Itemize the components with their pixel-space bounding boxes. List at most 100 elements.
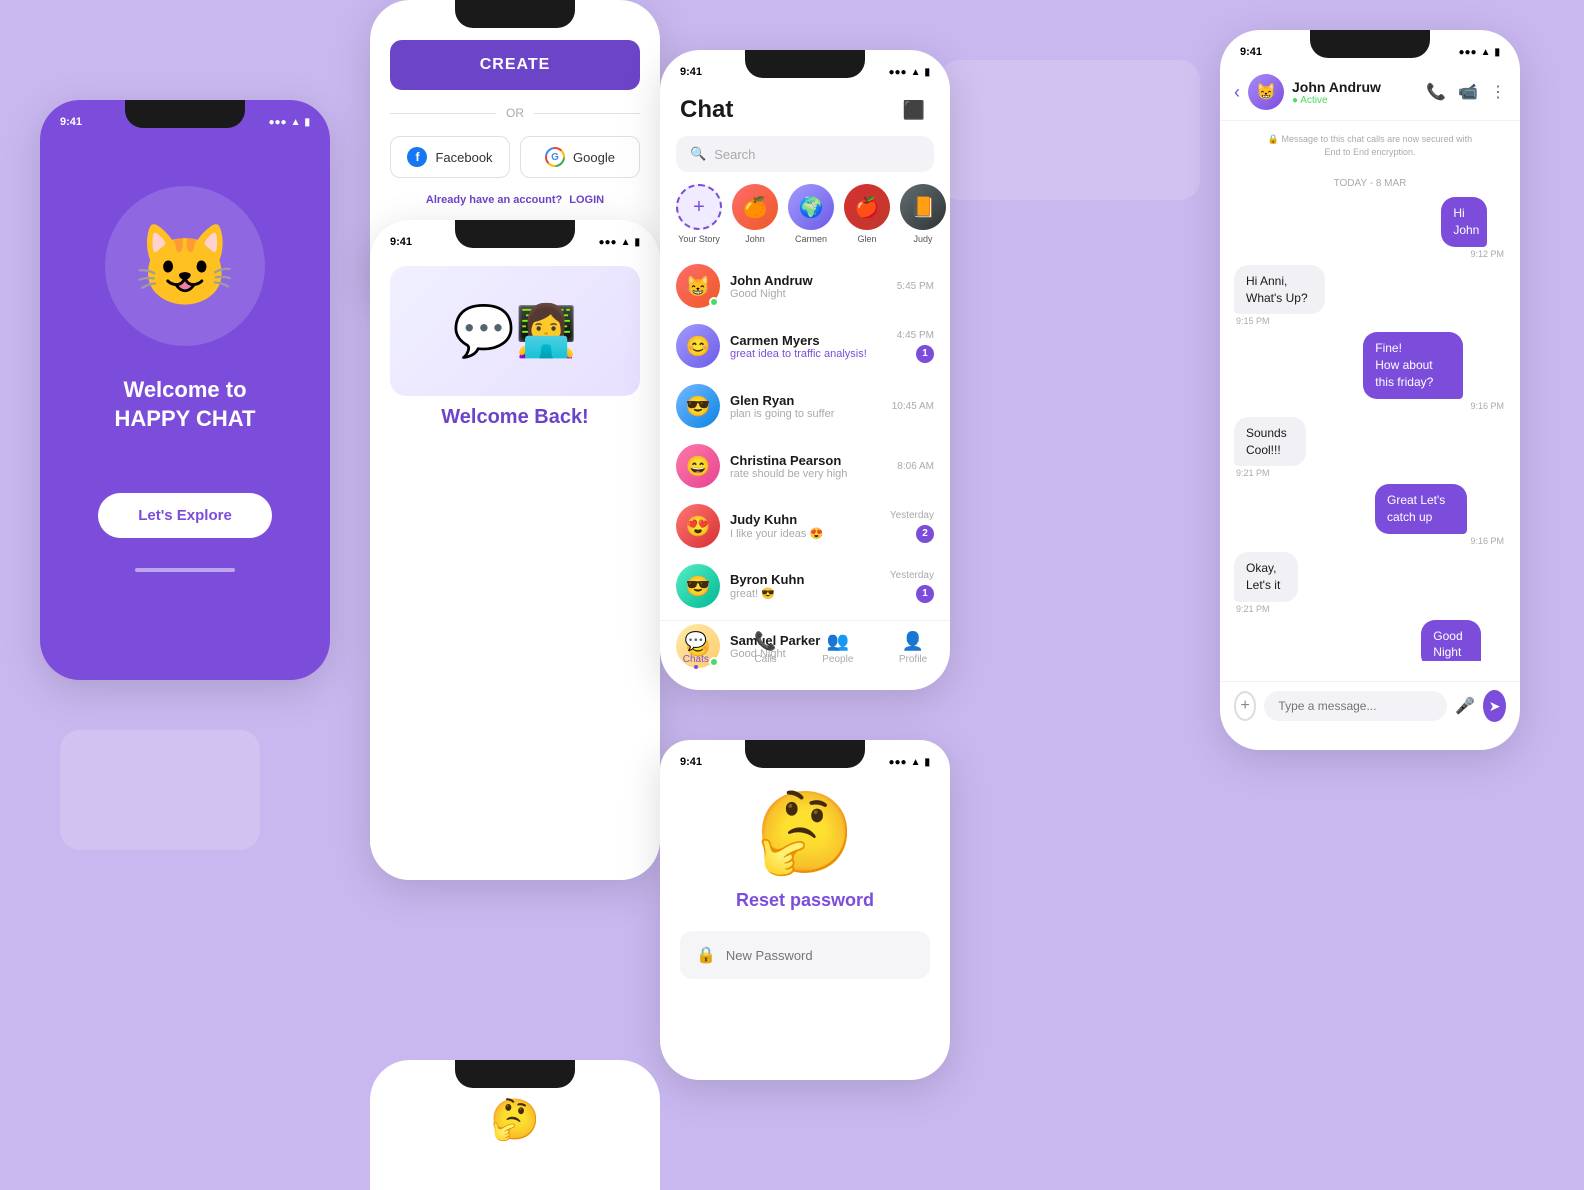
- facebook-button-create[interactable]: f Facebook: [390, 136, 510, 178]
- status-icons-messages: ●●● ▲ ▮: [1458, 47, 1500, 58]
- battery-icon: ▮: [304, 117, 310, 128]
- chat-preview-judy: I like your ideas 😍: [730, 527, 880, 540]
- chat-meta-carmen: 4:45 PM 1: [897, 330, 934, 363]
- more-icon[interactable]: ⋮: [1490, 82, 1506, 102]
- chat-time-judy: Yesterday: [890, 510, 934, 521]
- avatar-judy: 😍: [676, 504, 720, 548]
- home-indicator: [135, 568, 235, 572]
- message-input[interactable]: [1264, 691, 1447, 721]
- wifi-icon: ▲: [291, 117, 301, 128]
- reset-title: Reset password: [736, 890, 874, 911]
- chat-item-christina[interactable]: 😄 Christina Pearson rate should be very …: [660, 436, 950, 496]
- time-reset: 9:41: [680, 756, 702, 768]
- contact-status: ● Active: [1292, 95, 1418, 106]
- google-icon: G: [545, 147, 565, 167]
- edit-icon[interactable]: ⬛: [898, 94, 930, 126]
- welcome-title: Welcome to HAPPY CHAT: [115, 376, 256, 433]
- chat-meta-judy: Yesterday 2: [890, 510, 934, 543]
- chat-item-judy[interactable]: 😍 Judy Kuhn I like your ideas 😍 Yesterda…: [660, 496, 950, 556]
- chat-time-john: 5:45 PM: [897, 281, 934, 292]
- chat-item-carmen[interactable]: 😊 Carmen Myers great idea to traffic ana…: [660, 316, 950, 376]
- add-button[interactable]: +: [1234, 691, 1256, 721]
- active-indicator: [694, 665, 698, 669]
- nav-calls-label: Calls: [754, 654, 776, 665]
- nav-profile-label: Profile: [899, 654, 927, 665]
- chats-icon: 💬: [685, 631, 707, 652]
- story-add[interactable]: + Your Story: [676, 184, 722, 244]
- time-messages: 9:41: [1240, 46, 1262, 58]
- msg-bubble-2: Hi Anni, What's Up?: [1234, 265, 1325, 315]
- stories-row: + Your Story 🍊 John 🌍 Carmen 🍎 Glen 📙 Ju…: [660, 184, 950, 256]
- nav-chats[interactable]: 💬 Chats: [683, 631, 709, 665]
- chat-info-glen: Glen Ryan plan is going to suffer: [730, 393, 882, 420]
- back-button[interactable]: ‹: [1234, 82, 1240, 103]
- message-actions: 📞 📹 ⋮: [1426, 82, 1506, 102]
- chat-item-glen[interactable]: 😎 Glen Ryan plan is going to suffer 10:4…: [660, 376, 950, 436]
- msg-bubble-3: Fine!How about this friday?: [1363, 332, 1463, 398]
- google-label: Google: [573, 150, 615, 165]
- status-icons-chat: ●●● ▲ ▮: [888, 67, 930, 78]
- people-icon: 👥: [827, 631, 849, 652]
- chat-meta-christina: 8:06 AM: [897, 461, 934, 472]
- welcome-back-title: Welcome Back!: [370, 406, 660, 880]
- send-button[interactable]: ➤: [1483, 690, 1506, 722]
- msg-time-2: 9:15 PM: [1234, 316, 1364, 326]
- msg-time-1: 9:12 PM: [1441, 249, 1506, 259]
- chat-item-john[interactable]: 😸 John Andruw Good Night 5:45 PM: [660, 256, 950, 316]
- chat-item-byron[interactable]: 😎 Byron Kuhn great! 😎 Yesterday 1: [660, 556, 950, 616]
- login-link[interactable]: LOGIN: [569, 194, 604, 206]
- reset-content: 🤔 Reset password 🔒: [660, 776, 950, 999]
- signal-icon: ●●●: [268, 117, 286, 128]
- calls-icon: 📞: [754, 631, 776, 652]
- google-button-create[interactable]: G Google: [520, 136, 640, 178]
- avatar-christina: 😄: [676, 444, 720, 488]
- notch-chat: [745, 50, 865, 78]
- nav-profile[interactable]: 👤 Profile: [899, 631, 927, 665]
- msg-time-3: 9:16 PM: [1363, 401, 1506, 411]
- avatar-byron: 😎: [676, 564, 720, 608]
- search-bar[interactable]: 🔍 Search: [676, 136, 934, 172]
- call-icon[interactable]: 📞: [1426, 82, 1446, 102]
- phone-welcome: 9:41 ●●● ▲ ▮ 😺 Welcome to HAPPY CHAT Let…: [40, 100, 330, 680]
- msg-bubble-4: Sounds Cool!!!: [1234, 417, 1306, 467]
- reset-illustration: 🤔: [755, 786, 855, 880]
- nav-calls[interactable]: 📞 Calls: [754, 631, 776, 665]
- lock-icon-reset: 🔒: [696, 945, 716, 965]
- chat-preview-glen: plan is going to suffer: [730, 408, 882, 420]
- new-password-field[interactable]: 🔒: [680, 931, 930, 979]
- social-buttons-create: f Facebook G Google: [390, 136, 640, 178]
- chat-name-judy: Judy Kuhn: [730, 512, 880, 527]
- chat-meta-byron: Yesterday 1: [890, 570, 934, 603]
- mic-icon[interactable]: 🎤: [1455, 696, 1475, 716]
- partial-illustration: 🤔: [390, 1096, 640, 1143]
- notch-welcome: [125, 100, 245, 128]
- msg-bubble-7: Good Night: [1421, 620, 1480, 661]
- explore-button[interactable]: Let's Explore: [98, 493, 272, 538]
- story-john[interactable]: 🍊 John: [732, 184, 778, 244]
- msg-row-1: Hi John 9:12 PM: [1234, 197, 1506, 259]
- story-glen-avatar: 🍎: [844, 184, 890, 230]
- avatar-john: 😸: [676, 264, 720, 308]
- chat-name-glen: Glen Ryan: [730, 393, 882, 408]
- date-separator: TODAY - 8 MAR: [1234, 178, 1506, 189]
- add-plus-icon: +: [693, 196, 705, 219]
- story-glen[interactable]: 🍎 Glen: [844, 184, 890, 244]
- msg-bubble-6: Okay, Let's it: [1234, 552, 1298, 602]
- video-icon[interactable]: 📹: [1458, 82, 1478, 102]
- chat-preview-carmen: great idea to traffic analysis!: [730, 348, 887, 360]
- story-judy[interactable]: 📙 Judy: [900, 184, 946, 244]
- chat-name-carmen: Carmen Myers: [730, 333, 887, 348]
- chat-header: Chat ⬛: [660, 86, 950, 136]
- unread-badge-carmen: 1: [916, 345, 934, 363]
- story-judy-name: Judy: [913, 234, 932, 244]
- nav-people[interactable]: 👥 People: [822, 631, 853, 665]
- contact-avatar: 😸: [1248, 74, 1284, 110]
- story-carmen[interactable]: 🌍 Carmen: [788, 184, 834, 244]
- create-button[interactable]: CREATE: [390, 40, 640, 90]
- search-icon: 🔍: [690, 146, 706, 162]
- msg-row-5: Great Let's catch up 9:16 PM: [1234, 484, 1506, 546]
- phone-reset: 9:41 ●●● ▲ ▮ 🤔 Reset password 🔒: [660, 740, 950, 1080]
- new-password-input[interactable]: [726, 948, 914, 963]
- chat-info-judy: Judy Kuhn I like your ideas 😍: [730, 512, 880, 540]
- contact-name: John Andruw: [1292, 79, 1418, 95]
